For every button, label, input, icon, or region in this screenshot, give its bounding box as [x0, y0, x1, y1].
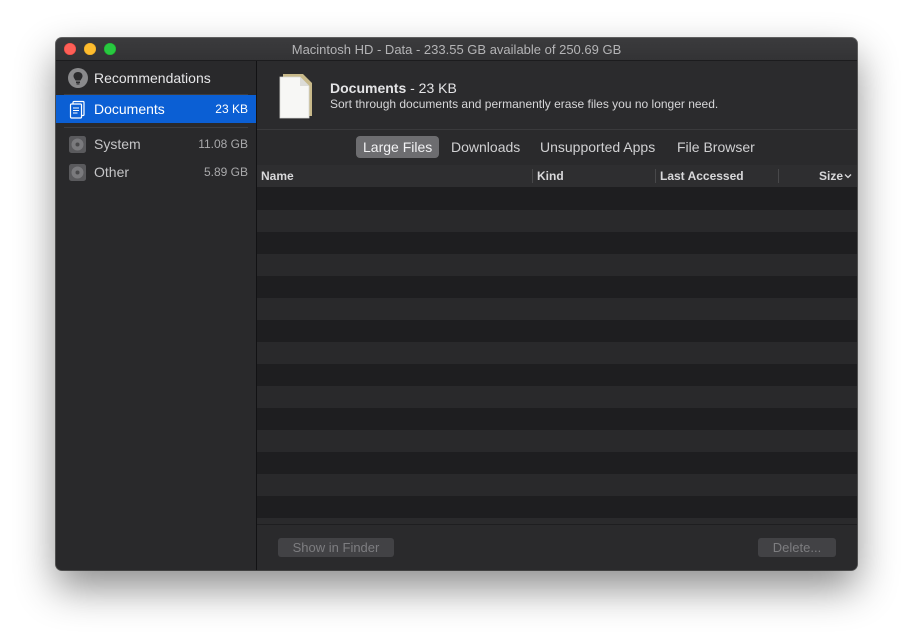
tab-large-files[interactable]: Large Files [356, 136, 440, 158]
divider [64, 127, 248, 128]
show-in-finder-button[interactable]: Show in Finder [278, 538, 394, 557]
sidebar: Recommendations Documents 23 KB System 1… [56, 61, 257, 570]
page-subtitle: Sort through documents and permanently e… [330, 97, 719, 111]
category-header: Documents - 23 KB Sort through documents… [257, 61, 857, 130]
column-header-last-accessed[interactable]: Last Accessed [660, 169, 744, 183]
column-header-name[interactable]: Name [261, 169, 294, 183]
sidebar-item-label: System [94, 136, 141, 152]
sidebar-item-other[interactable]: Other 5.89 GB [56, 158, 256, 186]
table-row [257, 232, 857, 254]
delete-button[interactable]: Delete... [758, 538, 836, 557]
disk-icon [68, 135, 87, 154]
table-row [257, 430, 857, 452]
sidebar-item-label: Other [94, 164, 130, 180]
table-row [257, 210, 857, 232]
table-row [257, 320, 857, 342]
sidebar-item-recommendations[interactable]: Recommendations [56, 65, 256, 91]
table-row [257, 364, 857, 386]
chevron-down-icon [843, 169, 852, 183]
file-list[interactable] [257, 188, 857, 524]
table-row [257, 276, 857, 298]
table-row [257, 452, 857, 474]
column-divider[interactable] [532, 169, 533, 183]
storage-management-window: Macintosh HD - Data - 233.55 GB availabl… [56, 38, 857, 570]
main-panel: Documents - 23 KB Sort through documents… [257, 61, 857, 570]
column-header-kind[interactable]: Kind [537, 169, 564, 183]
sidebar-item-size: 23 KB [215, 102, 248, 116]
tab-downloads[interactable]: Downloads [444, 136, 527, 158]
column-divider[interactable] [655, 169, 656, 183]
page-title: Documents - 23 KB [330, 80, 457, 96]
column-header-size[interactable]: Size [819, 169, 852, 183]
table-row [257, 342, 857, 364]
table-row [257, 474, 857, 496]
sidebar-item-documents[interactable]: Documents 23 KB [56, 95, 256, 123]
tab-bar: Large Files Downloads Unsupported Apps F… [257, 136, 857, 160]
table-row [257, 408, 857, 430]
tab-file-browser[interactable]: File Browser [670, 136, 762, 158]
table-row [257, 298, 857, 320]
footer-bar: Show in Finder Delete... [257, 524, 857, 570]
disk-icon [68, 163, 87, 182]
column-divider[interactable] [778, 169, 779, 183]
table-row [257, 496, 857, 518]
sidebar-item-label: Documents [94, 101, 165, 117]
table-row [257, 188, 857, 210]
window-title: Macintosh HD - Data - 233.55 GB availabl… [291, 42, 622, 57]
sidebar-item-size: 11.08 GB [198, 137, 248, 151]
table-row [257, 254, 857, 276]
table-header: Name Kind Last Accessed Size [257, 165, 857, 188]
sidebar-item-size: 5.89 GB [203, 165, 248, 179]
documents-icon [68, 100, 87, 119]
sidebar-item-system[interactable]: System 11.08 GB [56, 130, 256, 158]
table-row [257, 386, 857, 408]
lightbulb-icon [68, 68, 88, 88]
tab-unsupported-apps[interactable]: Unsupported Apps [533, 136, 662, 158]
title-bar[interactable]: Macintosh HD - Data - 233.55 GB availabl… [56, 38, 857, 61]
document-icon [277, 71, 315, 119]
sidebar-item-label: Recommendations [94, 70, 211, 86]
